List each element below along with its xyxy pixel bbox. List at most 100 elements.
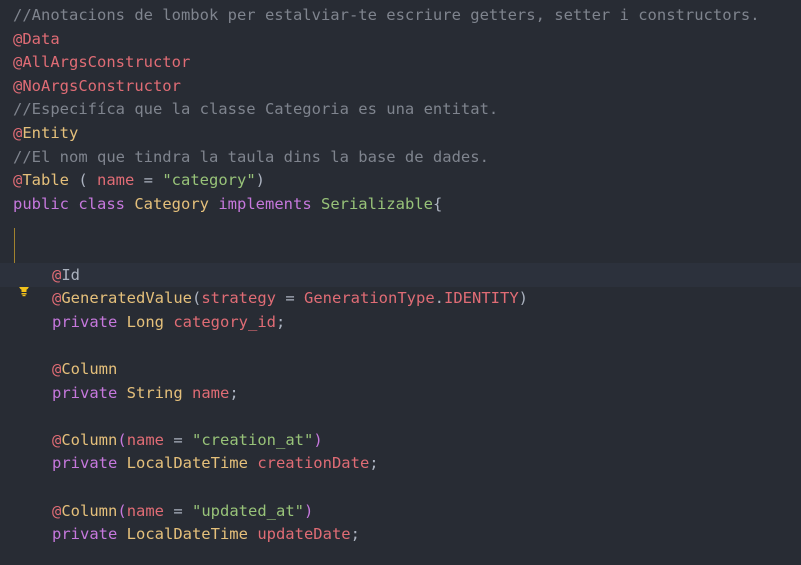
code-token: = bbox=[164, 430, 193, 449]
code-token: creationDate bbox=[257, 454, 370, 473]
code-line[interactable]: @Column bbox=[0, 357, 801, 381]
code-token: GenerationType bbox=[304, 289, 435, 308]
code-line[interactable]: //El nom que tindra la taula dins la bas… bbox=[0, 145, 801, 169]
code-token: //Anotacions de lombok per estalviar-te … bbox=[13, 6, 760, 24]
code-token: name bbox=[126, 430, 165, 449]
code-token: ; bbox=[350, 525, 360, 544]
code-token: "updated_at" bbox=[192, 501, 304, 520]
code-line[interactable]: //Especifíca que la classe Categoria es … bbox=[0, 97, 801, 121]
code-line[interactable]: @AllArgsConstructor bbox=[0, 50, 801, 74]
code-line-text: @Entity bbox=[13, 121, 78, 145]
code-line-text: @Column(name = "updated_at") bbox=[52, 499, 313, 523]
code-line[interactable]: @Column(name = "updated_at") bbox=[0, 499, 801, 523]
code-token: ( bbox=[69, 171, 98, 190]
code-line[interactable]: private LocalDateTime updateDate; bbox=[0, 522, 801, 546]
code-token: Column bbox=[61, 430, 118, 449]
code-line[interactable]: @GeneratedValue(strategy = GenerationTyp… bbox=[0, 286, 801, 310]
code-token: Column bbox=[61, 360, 118, 378]
code-token: @ bbox=[13, 124, 23, 142]
code-line-text: private LocalDateTime creationDate; bbox=[52, 451, 379, 475]
code-token: @ bbox=[13, 171, 23, 190]
code-token: ) bbox=[313, 430, 323, 449]
code-token: name bbox=[97, 171, 135, 190]
code-token: updateDate bbox=[257, 525, 351, 544]
code-line[interactable]: public class Category implements Seriali… bbox=[0, 192, 801, 216]
code-token: @ bbox=[52, 501, 62, 520]
code-line[interactable]: private String name; bbox=[0, 381, 801, 405]
code-token: LocalDateTime bbox=[126, 525, 258, 544]
code-line[interactable]: @Id bbox=[0, 262, 801, 287]
code-token: Id bbox=[61, 265, 81, 284]
code-line[interactable]: @Column(name = "creation_at") bbox=[0, 428, 801, 452]
code-token: "creation_at" bbox=[192, 430, 314, 449]
code-token: ; bbox=[275, 312, 286, 331]
code-token: IDENTITY bbox=[444, 289, 519, 308]
code-token: = bbox=[164, 501, 193, 520]
code-token: ) bbox=[518, 289, 528, 308]
code-token: //Especifíca que la classe Categoria es … bbox=[13, 100, 499, 119]
code-line-text: private Long category_id; bbox=[52, 310, 285, 334]
code-token: "category" bbox=[162, 171, 256, 190]
code-line-text: public class Category implements Seriali… bbox=[13, 192, 442, 216]
code-token: @ bbox=[52, 360, 62, 378]
code-token: ( bbox=[192, 289, 202, 308]
code-line-text: private String name; bbox=[52, 381, 239, 405]
code-token: Serializable bbox=[320, 194, 433, 213]
code-token: implements bbox=[218, 194, 321, 213]
code-token: ( bbox=[117, 430, 127, 449]
code-token: { bbox=[432, 194, 443, 213]
code-line-text: @Id bbox=[52, 263, 80, 287]
code-line-text: @Column(name = "creation_at") bbox=[52, 428, 323, 452]
code-token: private bbox=[52, 454, 127, 473]
code-token: @Data bbox=[13, 29, 60, 48]
code-token: //El nom que tindra la taula dins la bas… bbox=[13, 147, 489, 166]
code-line-text: @NoArgsConstructor bbox=[13, 74, 181, 98]
code-line[interactable]: //Anotacions de lombok per estalviar-te … bbox=[0, 3, 801, 27]
code-token: ( bbox=[117, 501, 127, 520]
code-line[interactable]: @Data bbox=[0, 27, 801, 51]
code-line-text: @GeneratedValue(strategy = GenerationTyp… bbox=[52, 286, 528, 310]
code-token: Table bbox=[22, 171, 70, 190]
code-token: name bbox=[191, 383, 230, 402]
code-line-text: //Anotacions de lombok per estalviar-te … bbox=[13, 3, 760, 27]
code-token: LocalDateTime bbox=[126, 454, 258, 473]
code-line[interactable] bbox=[0, 239, 801, 263]
code-token: = bbox=[134, 171, 163, 190]
code-token: GeneratedValue bbox=[61, 289, 192, 308]
code-line-text: //El nom que tindra la taula dins la bas… bbox=[13, 145, 489, 169]
code-line[interactable]: @Table ( name = "category") bbox=[0, 168, 801, 192]
code-line[interactable] bbox=[0, 475, 801, 499]
code-line[interactable]: @NoArgsConstructor bbox=[0, 74, 801, 98]
code-token: . bbox=[434, 289, 444, 308]
code-line[interactable] bbox=[0, 215, 801, 239]
code-token: private bbox=[52, 312, 127, 331]
code-token: ; bbox=[229, 383, 239, 402]
code-token: @NoArgsConstructor bbox=[13, 76, 181, 95]
code-token: ) bbox=[255, 171, 266, 190]
code-token: private bbox=[52, 383, 127, 402]
code-token: @ bbox=[52, 289, 62, 308]
code-token: String bbox=[126, 383, 192, 402]
code-line-text: //Especifíca que la classe Categoria es … bbox=[13, 97, 498, 121]
code-token: Column bbox=[61, 501, 118, 520]
code-editor[interactable]: //Anotacions de lombok per estalviar-te … bbox=[0, 0, 801, 565]
code-line-text: private LocalDateTime updateDate; bbox=[52, 522, 360, 546]
code-line-text: @Data bbox=[13, 27, 60, 51]
code-token: = bbox=[276, 289, 304, 308]
code-token: name bbox=[126, 501, 165, 520]
code-line[interactable] bbox=[0, 404, 801, 428]
code-token: Category bbox=[134, 194, 219, 213]
code-token: @AllArgsConstructor bbox=[13, 53, 191, 72]
code-line[interactable] bbox=[0, 333, 801, 357]
code-token: ) bbox=[304, 501, 314, 520]
code-token: @ bbox=[52, 265, 62, 284]
code-token: strategy bbox=[201, 289, 276, 308]
code-token: category_id bbox=[173, 312, 276, 331]
code-token: @ bbox=[52, 430, 62, 449]
code-line[interactable]: private Long category_id; bbox=[0, 310, 801, 334]
code-line-text: @AllArgsConstructor bbox=[13, 50, 190, 74]
code-token: private bbox=[52, 525, 127, 544]
code-line[interactable]: @Entity bbox=[0, 121, 801, 145]
code-line[interactable]: private LocalDateTime creationDate; bbox=[0, 451, 801, 475]
code-token: Entity bbox=[22, 124, 79, 142]
